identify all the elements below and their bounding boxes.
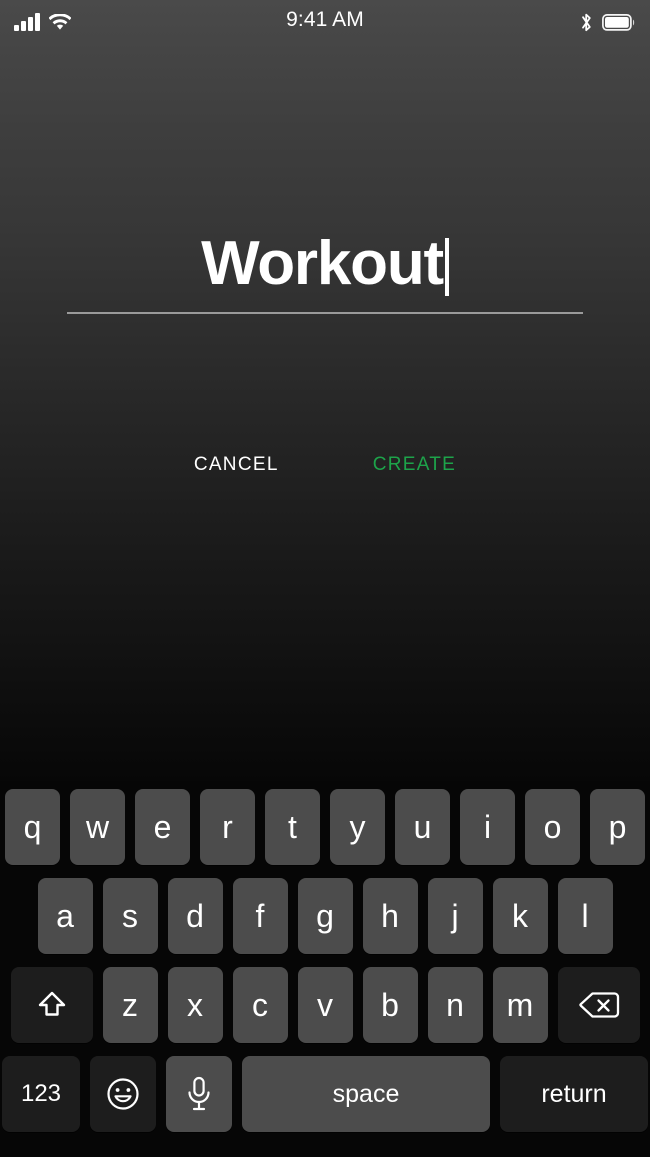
keyboard-row-4: 123 space return [0, 1056, 650, 1132]
key-f[interactable]: f [232, 878, 288, 954]
key-g[interactable]: g [297, 878, 353, 954]
content-area: 9:41 AM Workout CANCEL CREATE [0, 0, 650, 781]
action-row: CANCEL CREATE [0, 450, 650, 480]
key-b[interactable]: b [362, 967, 418, 1043]
key-numeric-mode[interactable]: 123 [2, 1056, 80, 1132]
key-l[interactable]: l [557, 878, 613, 954]
key-z[interactable]: z [102, 967, 158, 1043]
shift-arrow-icon [35, 988, 69, 1022]
key-k[interactable]: k [492, 878, 548, 954]
key-n[interactable]: n [427, 967, 483, 1043]
key-r[interactable]: r [200, 789, 255, 865]
key-u[interactable]: u [395, 789, 450, 865]
bluetooth-icon [580, 12, 593, 33]
key-i[interactable]: i [460, 789, 515, 865]
keyboard-row-3: z x c v b n m [0, 967, 650, 1043]
on-screen-keyboard[interactable]: q w e r t y u i o p a s d f g h j k l z … [0, 781, 650, 1157]
key-o[interactable]: o [525, 789, 580, 865]
key-space[interactable]: space [242, 1056, 490, 1132]
key-w[interactable]: w [70, 789, 125, 865]
key-h[interactable]: h [362, 878, 418, 954]
key-a[interactable]: a [37, 878, 93, 954]
key-d[interactable]: d [167, 878, 223, 954]
key-backspace[interactable] [557, 967, 640, 1043]
field-underline [67, 312, 583, 314]
workout-name-value: Workout [201, 229, 444, 298]
key-p[interactable]: p [590, 789, 645, 865]
text-cursor [444, 238, 449, 296]
key-s[interactable]: s [102, 878, 158, 954]
backspace-delete-icon [578, 990, 620, 1020]
key-return[interactable]: return [500, 1056, 648, 1132]
key-j[interactable]: j [427, 878, 483, 954]
cellular-signal-icon [14, 13, 40, 31]
status-bar-clock: 9:41 AM [286, 8, 364, 31]
key-x[interactable]: x [167, 967, 223, 1043]
key-e[interactable]: e [135, 789, 190, 865]
battery-full-icon [602, 13, 636, 31]
workout-name-text-row: Workout [67, 228, 583, 300]
create-button[interactable]: CREATE [365, 450, 464, 480]
key-y[interactable]: y [330, 789, 385, 865]
key-m[interactable]: m [492, 967, 548, 1043]
smiley-face-icon [105, 1076, 141, 1112]
phone-screen: 9:41 AM Workout CANCEL CREATE q w e r t … [0, 0, 650, 1157]
workout-name-field[interactable]: Workout [67, 228, 583, 314]
keyboard-row-1: q w e r t y u i o p [0, 789, 650, 865]
keyboard-row-2: a s d f g h j k l [0, 878, 650, 954]
key-shift[interactable] [10, 967, 93, 1043]
status-bar-left [14, 13, 71, 31]
key-dictation[interactable] [166, 1056, 232, 1132]
key-q[interactable]: q [5, 789, 60, 865]
key-c[interactable]: c [232, 967, 288, 1043]
cancel-button[interactable]: CANCEL [186, 450, 287, 480]
status-bar: 9:41 AM [0, 0, 650, 44]
wifi-icon [48, 13, 71, 31]
key-emoji[interactable] [90, 1056, 156, 1132]
key-t[interactable]: t [265, 789, 320, 865]
microphone-icon [185, 1075, 213, 1113]
status-bar-right [580, 12, 636, 33]
key-v[interactable]: v [297, 967, 353, 1043]
